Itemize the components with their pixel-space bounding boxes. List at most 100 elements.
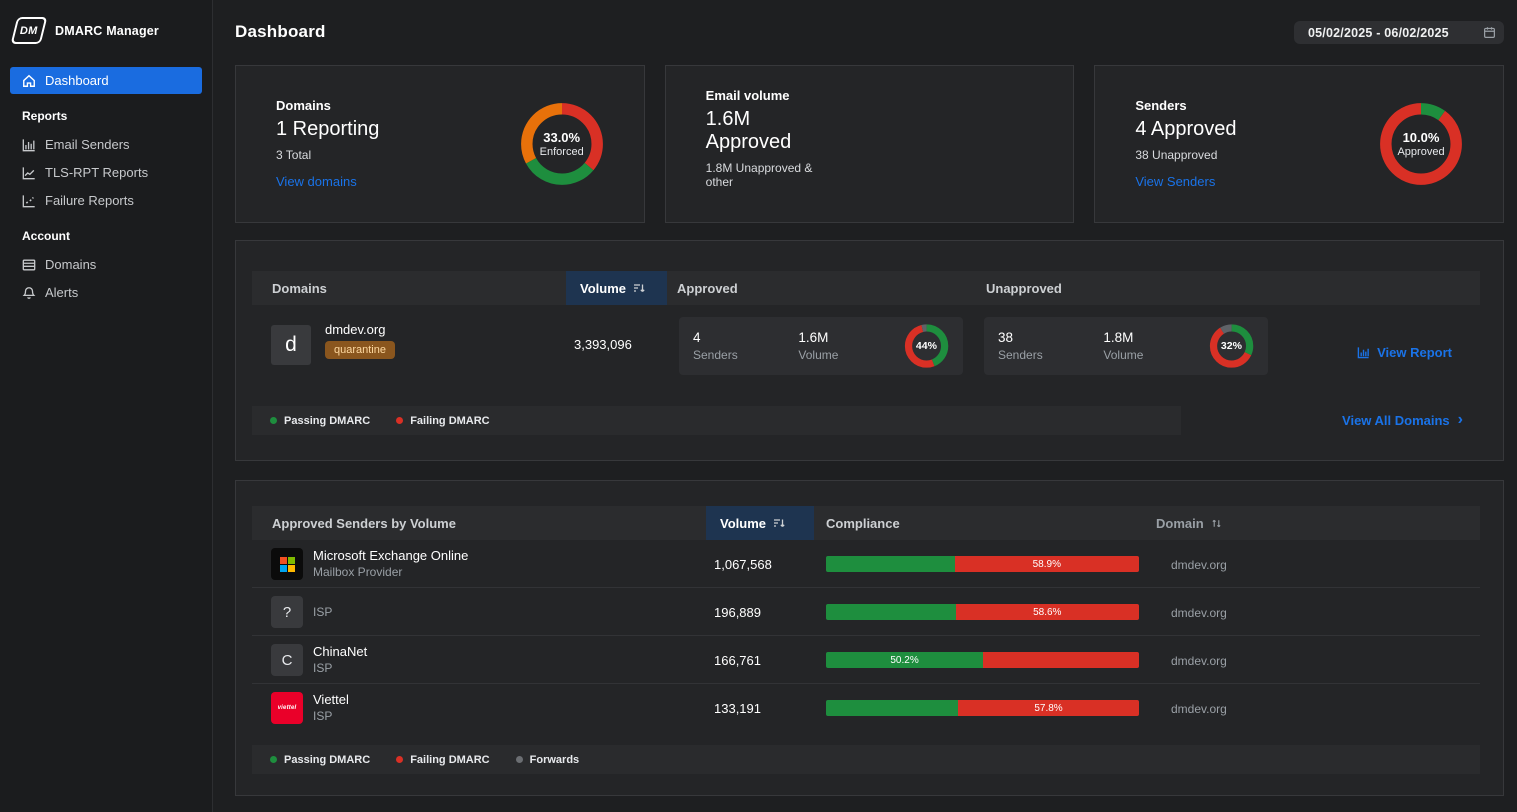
date-range-picker[interactable]: 05/02/2025 - 06/02/2025 (1294, 21, 1504, 44)
senders-legend: Passing DMARC Failing DMARC Forwards (252, 745, 1480, 774)
email-volume-card-text: Email volume 1.6M Approved 1.8M Unapprov… (706, 88, 820, 200)
senders-card-text: Senders 4 Approved 38 Unapproved View Se… (1135, 98, 1236, 191)
viettel-logo-icon: viettel (271, 692, 303, 724)
gray-dot-icon (516, 756, 523, 763)
approved-stats-card: 4 Senders 1.6M Volume 44% (679, 317, 963, 375)
column-header-volume[interactable]: Volume (706, 506, 814, 540)
sender-name: ChinaNet (313, 644, 367, 659)
approved-volume: 1.6M Approved (706, 108, 820, 154)
report-chart-icon (1357, 346, 1370, 359)
unapproved-volume: 1.8M Unapproved & other (706, 161, 820, 189)
policy-badge: quarantine (325, 341, 395, 359)
domains-card-text: Domains 1 Reporting 3 Total View domains (276, 98, 379, 191)
sidebar-item-email-senders[interactable]: Email Senders (10, 131, 202, 158)
sender-type: ISP (313, 661, 332, 675)
senders-table-header: Approved Senders by Volume Volume Compli… (252, 506, 1480, 540)
domains-total-count: 3 Total (276, 148, 379, 162)
enforced-donut-chart: 33.0% Enforced (518, 100, 606, 188)
view-report-link[interactable]: View Report (1357, 345, 1452, 360)
domains-reporting-count: 1 Reporting (276, 118, 379, 141)
table-icon (22, 258, 36, 272)
view-domains-link[interactable]: View domains (276, 174, 357, 189)
sidebar-section-account: Account (10, 215, 202, 251)
unapproved-stats-card: 38 Senders 1.8M Volume 32% (984, 317, 1268, 375)
scatter-chart-icon (22, 194, 36, 208)
sort-descending-icon (633, 282, 645, 294)
red-dot-icon (396, 756, 403, 763)
sidebar-item-label: TLS-RPT Reports (45, 165, 148, 180)
sidebar-item-label: Failure Reports (45, 193, 134, 208)
unapproved-senders-count: 38 Unapproved (1135, 148, 1236, 162)
column-header-domain[interactable]: Domain (1156, 506, 1222, 540)
red-dot-icon (396, 417, 403, 424)
sender-type: Mailbox Provider (313, 565, 402, 579)
compliance-bar: 58.9% (826, 556, 1139, 572)
donut-label: Approved (1397, 146, 1444, 158)
column-header-volume[interactable]: Volume (566, 271, 667, 305)
sort-icon (1211, 518, 1222, 529)
sender-name: Viettel (313, 692, 349, 707)
donut-value: 33.0% (543, 130, 580, 145)
sender-row[interactable]: Microsoft Exchange Online Mailbox Provid… (252, 540, 1480, 588)
card-title: Email volume (706, 88, 820, 103)
chinanet-avatar: C (271, 644, 303, 676)
email-volume-bar-chart (819, 88, 1041, 200)
sender-volume: 1,067,568 (714, 557, 772, 572)
donut-label: Enforced (540, 146, 584, 158)
approved-senders-stat: 4 Senders (693, 330, 798, 362)
sidebar-item-alerts[interactable]: Alerts (10, 279, 202, 306)
unknown-sender-icon: ? (271, 596, 303, 628)
green-dot-icon (270, 417, 277, 424)
view-all-domains-link[interactable]: View All Domains › (1342, 412, 1463, 428)
approved-volume-stat: 1.6M Volume (798, 330, 903, 362)
sender-volume: 133,191 (714, 701, 761, 716)
sender-domain: dmdev.org (1171, 654, 1227, 668)
column-header-unapproved: Unapproved (986, 271, 1062, 305)
calendar-icon (1483, 26, 1496, 39)
approved-donut-chart: 10.0% Approved (1377, 100, 1465, 188)
domain-volume: 3,393,096 (574, 337, 632, 352)
sender-row[interactable]: ? ISP 196,889 58.6% dmdev.org (252, 588, 1480, 636)
summary-cards: Domains 1 Reporting 3 Total View domains… (235, 65, 1504, 223)
sidebar-item-dashboard[interactable]: Dashboard (10, 67, 202, 94)
column-header-approved: Approved (677, 271, 738, 305)
sender-domain: dmdev.org (1171, 606, 1227, 620)
bell-icon (22, 286, 36, 300)
domain-avatar: d (271, 325, 311, 365)
app-name: DMARC Manager (55, 24, 159, 38)
sender-row[interactable]: C ChinaNet ISP 166,761 50.2% dmdev.org (252, 636, 1480, 684)
domains-card: Domains 1 Reporting 3 Total View domains… (235, 65, 645, 223)
sidebar-item-label: Dashboard (45, 73, 109, 88)
sidebar-section-reports: Reports (10, 95, 202, 131)
sort-descending-icon (773, 517, 785, 529)
page-title: Dashboard (235, 22, 326, 42)
sender-type: ISP (313, 709, 332, 723)
domain-name: dmdev.org (325, 322, 385, 337)
home-icon (22, 74, 36, 88)
unapproved-volume-stat: 1.8M Volume (1103, 330, 1208, 362)
dm-logo-icon: DM (11, 17, 48, 44)
sidebar-item-domains[interactable]: Domains (10, 251, 202, 278)
line-chart-icon (22, 166, 36, 180)
approved-senders-count: 4 Approved (1135, 118, 1236, 141)
sender-volume: 166,761 (714, 653, 761, 668)
sidebar-item-failure-reports[interactable]: Failure Reports (10, 187, 202, 214)
app-logo: DM DMARC Manager (0, 0, 212, 59)
sidebar-item-tls-rpt-reports[interactable]: TLS-RPT Reports (10, 159, 202, 186)
domains-panel: Domains Volume Approved Unapproved d dmd… (235, 240, 1504, 461)
unapproved-ratio-donut: 32% (1209, 322, 1254, 370)
sender-row[interactable]: viettel Viettel ISP 133,191 57.8% dmdev.… (252, 684, 1480, 732)
view-senders-link[interactable]: View Senders (1135, 174, 1215, 189)
column-header-domains: Domains (272, 271, 327, 305)
column-header-approved-senders: Approved Senders by Volume (272, 506, 456, 540)
green-dot-icon (270, 756, 277, 763)
sender-domain: dmdev.org (1171, 558, 1227, 572)
legend-passing-dmarc: Passing DMARC (270, 754, 370, 766)
date-range-value: 05/02/2025 - 06/02/2025 (1308, 26, 1449, 40)
compliance-bar: 58.6% (826, 604, 1139, 620)
compliance-bar: 50.2% (826, 652, 1139, 668)
sender-type: ISP (313, 605, 332, 619)
legend-forwards: Forwards (516, 754, 580, 766)
domain-row[interactable]: d dmdev.org quarantine 3,393,096 4 Sende… (252, 305, 1480, 401)
sender-name: Microsoft Exchange Online (313, 548, 468, 563)
